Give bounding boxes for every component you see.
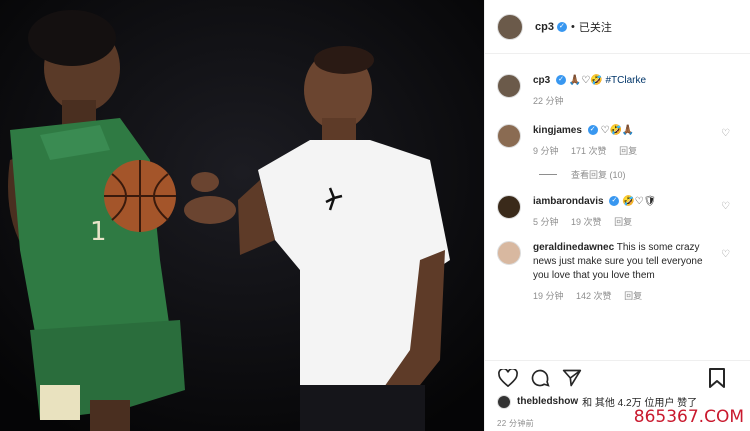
- caption-time: 22 分钟: [533, 96, 564, 106]
- caption-hashtag[interactable]: #TClarke: [605, 75, 646, 86]
- share-paper-plane-icon[interactable]: [561, 367, 583, 389]
- view-replies[interactable]: 查看回复 (10): [539, 168, 750, 181]
- comment-item: iambarondavis ✓ 🤣♡🛡 5 分钟 19 次赞 回复 ♡: [485, 181, 750, 229]
- post-actions-bar: [485, 360, 750, 394]
- caption: cp3 ✓ 🙏🏾♡🤣 #TClarke 22 分钟: [485, 64, 750, 108]
- comment-item: kingjames ✓ ♡🤣🙏🏾 9 分钟 171 次赞 回复 ♡: [485, 108, 750, 158]
- bookmark-icon[interactable]: [706, 367, 728, 389]
- caption-emojis: 🙏🏾♡🤣: [568, 75, 603, 86]
- watermark-text: 865367.COM: [633, 407, 744, 427]
- commenter-username[interactable]: geraldinedawnec: [533, 242, 614, 253]
- replies-line: [539, 174, 557, 175]
- verified-badge-icon: ✓: [556, 75, 567, 86]
- comment-item: geraldinedawnec This is some crazy news …: [485, 229, 750, 303]
- post-photo[interactable]: 1: [0, 0, 484, 431]
- view-replies-label[interactable]: 查看回复 (10): [571, 168, 626, 181]
- author-avatar[interactable]: [497, 13, 523, 40]
- like-comment-heart-icon[interactable]: ♡: [721, 128, 730, 139]
- comment-bubble-icon[interactable]: [529, 367, 551, 389]
- commenter-username[interactable]: iambarondavis: [533, 196, 604, 207]
- caption-avatar[interactable]: [497, 74, 521, 98]
- liker-avatar[interactable]: [497, 394, 511, 409]
- commenter-avatar[interactable]: [497, 241, 521, 265]
- like-comment-heart-icon[interactable]: ♡: [721, 201, 730, 212]
- commenter-avatar[interactable]: [497, 124, 521, 148]
- liker-username[interactable]: thebledshow: [517, 396, 578, 407]
- svg-text:1: 1: [90, 217, 107, 247]
- comment-likes[interactable]: 171 次赞: [571, 146, 607, 156]
- comment-time: 5 分钟: [533, 217, 559, 227]
- comment-time: 19 分钟: [533, 291, 564, 301]
- comment-time: 9 分钟: [533, 146, 559, 156]
- commenter-avatar[interactable]: [497, 195, 521, 219]
- caption-username[interactable]: cp3: [533, 75, 550, 86]
- verified-badge-icon: ✓: [587, 125, 598, 136]
- like-heart-icon[interactable]: [497, 367, 519, 389]
- photo-illustration: 1: [0, 0, 484, 431]
- verified-badge-icon: ✓: [556, 21, 567, 32]
- author-username[interactable]: cp3: [535, 21, 554, 33]
- comment-likes[interactable]: 142 次赞: [576, 291, 612, 301]
- like-comment-heart-icon[interactable]: ♡: [721, 249, 730, 260]
- reply-button[interactable]: 回复: [624, 291, 642, 301]
- reply-button[interactable]: 回复: [614, 217, 632, 227]
- reply-button[interactable]: 回复: [619, 146, 637, 156]
- comment-text: 🤣♡🛡: [622, 196, 657, 207]
- comments-list[interactable]: cp3 ✓ 🙏🏾♡🤣 #TClarke 22 分钟 kingjames ✓ ♡🤣…: [485, 64, 750, 360]
- post-header: cp3 ✓ • 已关注: [485, 0, 750, 54]
- comment-text: ♡🤣🙏🏾: [600, 125, 635, 136]
- follow-status-button[interactable]: 已关注: [579, 19, 612, 35]
- post-sidebar: cp3 ✓ • 已关注 cp3 ✓ 🙏🏾♡🤣 #TClarke 22 分钟 ki…: [484, 0, 750, 431]
- verified-badge-icon: ✓: [609, 196, 620, 207]
- comment-likes[interactable]: 19 次赞: [571, 217, 602, 227]
- post-timestamp: 22 分钟前: [497, 419, 534, 428]
- separator-dot: •: [570, 20, 575, 33]
- commenter-username[interactable]: kingjames: [533, 125, 582, 136]
